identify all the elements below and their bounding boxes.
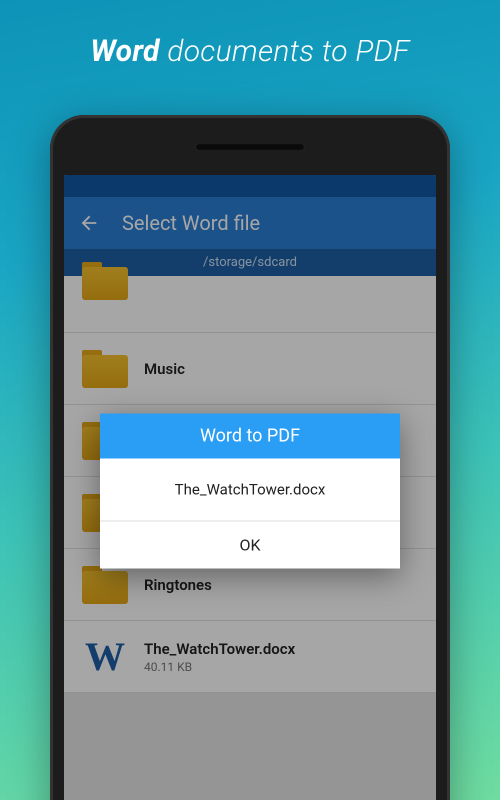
headline-bold: Word [90, 34, 159, 69]
convert-dialog: Word to PDF The_WatchTower.docx OK [100, 413, 400, 568]
dialog-title: Word to PDF [100, 413, 400, 458]
promo-headline: Word documents to PDF [0, 0, 500, 69]
dialog-filename: The_WatchTower.docx [100, 458, 400, 521]
ok-button[interactable]: OK [100, 521, 400, 568]
phone-screen: Select Word file /storage/sdcard Music N… [64, 175, 436, 800]
headline-rest: documents to PDF [160, 34, 410, 69]
phone-speaker [195, 143, 305, 151]
phone-frame: Select Word file /storage/sdcard Music N… [50, 115, 450, 800]
